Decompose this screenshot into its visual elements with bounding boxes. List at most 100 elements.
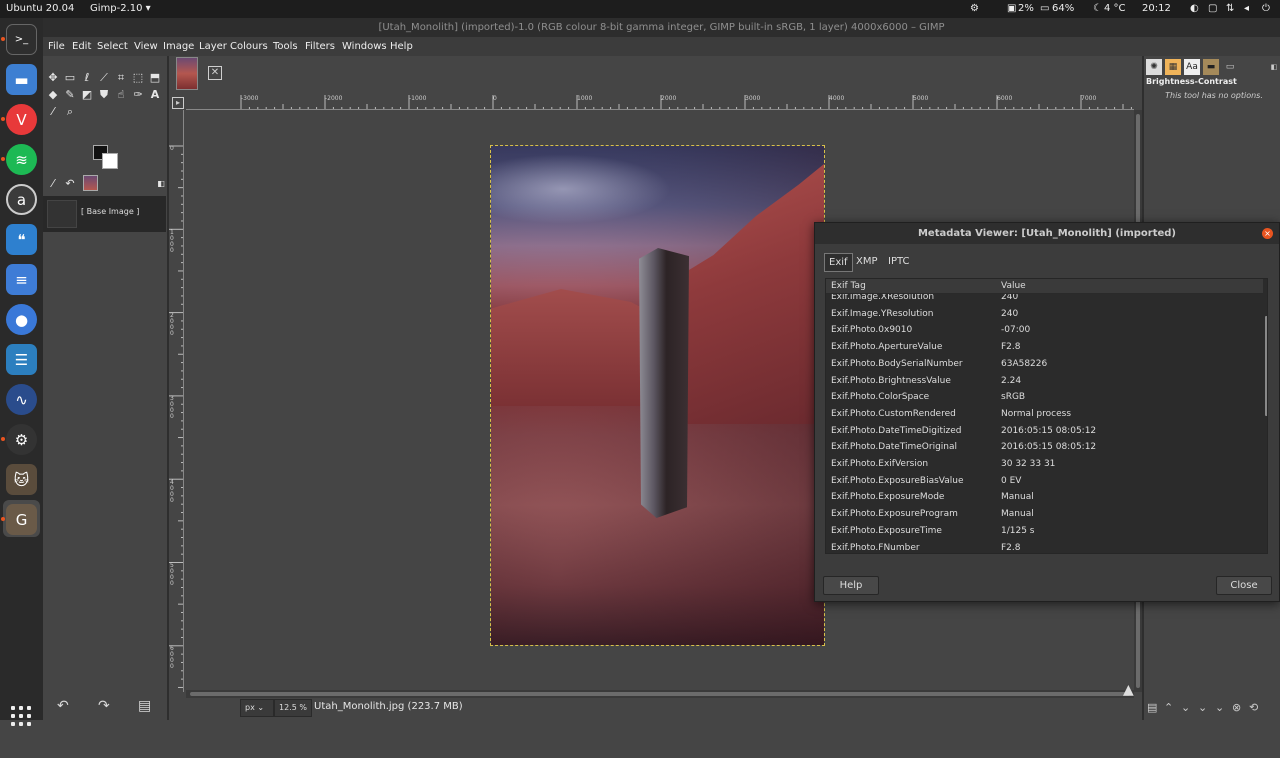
down-icon[interactable]: ⌄ bbox=[1181, 701, 1190, 714]
table-row[interactable]: Exif.Photo.ExposureProgram Manual bbox=[826, 507, 1263, 523]
table-row[interactable]: Exif.Photo.ExposureBiasValue 0 EV bbox=[826, 474, 1263, 490]
configure-tab-icon[interactable]: ◧ bbox=[154, 177, 168, 191]
fuzzy-select-icon[interactable]: ⟋ bbox=[97, 71, 111, 85]
table-row[interactable]: Exif.Photo.DateTimeDigitized 2016:05:15 0… bbox=[826, 424, 1263, 440]
images-tab-icon[interactable] bbox=[83, 175, 98, 191]
patterns-tab-icon[interactable]: ▦ bbox=[1165, 59, 1181, 75]
menu-filters[interactable]: Filters bbox=[305, 37, 335, 56]
table-row[interactable]: Exif.Photo.BrightnessValue 2.24 bbox=[826, 374, 1263, 390]
tab-iptc[interactable]: IPTC bbox=[884, 253, 913, 272]
table-row[interactable]: Exif.Photo.ExposureMode Manual bbox=[826, 490, 1263, 506]
brushes-tab-icon[interactable]: ✺ bbox=[1146, 59, 1162, 75]
network-icon[interactable]: ⇅ bbox=[1226, 0, 1234, 18]
table-row[interactable]: Exif.Photo.BodySerialNumber 63A58226 bbox=[826, 357, 1263, 373]
toggle-icon[interactable]: ● bbox=[6, 304, 37, 335]
configure-tab-icon[interactable]: ◧ bbox=[1266, 59, 1280, 75]
table-row[interactable]: Exif.Image.XResolution 240 bbox=[826, 294, 1263, 306]
notes-icon[interactable]: ❝ bbox=[6, 224, 37, 255]
crop-icon[interactable]: ⌗ bbox=[114, 71, 128, 85]
close-icon[interactable]: × bbox=[1262, 228, 1273, 239]
cat-app-icon[interactable]: 🐱 bbox=[6, 464, 37, 495]
rect-select-icon[interactable]: ▭ bbox=[63, 71, 77, 85]
power-icon[interactable]: ⏻ bbox=[1262, 0, 1270, 18]
tool-options-tab-icon[interactable]: ▭ bbox=[1222, 59, 1238, 75]
table-row[interactable]: Exif.Photo.ApertureValue F2.8 bbox=[826, 340, 1263, 356]
system-monitor-icon[interactable]: ∿ bbox=[6, 384, 37, 415]
menu-view[interactable]: View bbox=[134, 37, 158, 56]
tab-xmp[interactable]: XMP bbox=[852, 253, 882, 272]
redo-icon[interactable]: ↷ bbox=[98, 698, 110, 714]
horizontal-scrollbar[interactable] bbox=[186, 690, 1134, 698]
paintbrush-icon[interactable]: ✎ bbox=[63, 88, 77, 102]
menu-image[interactable]: Image bbox=[163, 37, 194, 56]
menu-tools[interactable]: Tools bbox=[273, 37, 298, 56]
restore-all-icon[interactable]: ⌄ bbox=[1215, 701, 1224, 714]
warp-icon[interactable]: ⬒ bbox=[148, 71, 162, 85]
horizontal-ruler[interactable]: -3000 -2000 -1000 0 1000 2000 3000 4000 … bbox=[186, 95, 1134, 110]
steam-icon[interactable]: ⚙ bbox=[6, 424, 37, 455]
table-row[interactable]: Exif.Photo.0x9010 -07:00 bbox=[826, 323, 1263, 339]
column-header-value[interactable]: Value bbox=[1001, 281, 1026, 291]
navigate-icon[interactable]: ▲ bbox=[1123, 682, 1134, 698]
table-row[interactable]: Exif.Photo.CustomRendered Normal process bbox=[826, 407, 1263, 423]
document-viewer-icon[interactable]: ≡ bbox=[6, 264, 37, 295]
table-row[interactable]: Exif.Photo.ExifVersion 30 32 33 31 bbox=[826, 457, 1263, 473]
vivaldi-icon[interactable]: V bbox=[6, 104, 37, 135]
table-row[interactable]: Exif.Image.YResolution 240 bbox=[826, 307, 1263, 323]
gradients-tab-icon[interactable]: ▬ bbox=[1203, 59, 1219, 75]
volume-icon[interactable]: ◂ bbox=[1244, 0, 1249, 18]
background-color[interactable] bbox=[102, 153, 118, 169]
steam-tray-icon[interactable]: ⚙ bbox=[970, 0, 979, 18]
amazon-icon[interactable]: a bbox=[6, 184, 37, 215]
paths-icon[interactable]: ✑ bbox=[131, 88, 145, 102]
undo-history-tab-icon[interactable]: ↶ bbox=[63, 177, 77, 191]
menu-select[interactable]: Select bbox=[97, 37, 128, 56]
menu-file[interactable]: File bbox=[48, 37, 65, 56]
bucket-fill-icon[interactable]: ◆ bbox=[46, 88, 60, 102]
column-header-tag[interactable]: Exif Tag bbox=[831, 281, 866, 291]
scrollbar-thumb[interactable] bbox=[1265, 316, 1267, 416]
close-button[interactable]: Close bbox=[1216, 576, 1272, 595]
app-menu[interactable]: Gimp-2.10 ▾ bbox=[90, 0, 151, 18]
fonts-tab-icon[interactable]: Aa bbox=[1184, 59, 1200, 75]
table-row[interactable]: Exif.Photo.ExposureTime 1/125 s bbox=[826, 524, 1263, 540]
smudge-icon[interactable]: ☝ bbox=[114, 88, 128, 102]
table-row[interactable]: Exif.Photo.DateTimeOriginal 2016:05:15 08… bbox=[826, 440, 1263, 456]
unit-select[interactable]: px ⌄ bbox=[240, 699, 274, 717]
window-icon[interactable]: ▢ bbox=[1208, 0, 1217, 18]
tab-exif[interactable]: Exif bbox=[824, 253, 853, 272]
reset-icon[interactable]: ⟲ bbox=[1249, 701, 1258, 714]
battery-level[interactable]: 64% bbox=[1052, 0, 1074, 18]
image-tab-thumbnail[interactable] bbox=[176, 57, 198, 90]
show-applications-icon[interactable] bbox=[11, 706, 31, 726]
up-icon[interactable]: ⌃ bbox=[1164, 701, 1173, 714]
menu-layer[interactable]: Layer bbox=[199, 37, 227, 56]
menu-colours[interactable]: Colours bbox=[230, 37, 268, 56]
night-mode-icon[interactable]: ◐ bbox=[1190, 0, 1199, 18]
save-options-icon[interactable]: ▤ bbox=[1147, 701, 1157, 714]
close-icon[interactable]: ✕ bbox=[208, 66, 222, 80]
table-row[interactable]: Exif.Photo.ColorSpace sRGB bbox=[826, 390, 1263, 406]
zoom-tool-icon[interactable]: ⌕ bbox=[63, 105, 77, 119]
menu-windows[interactable]: Windows bbox=[342, 37, 387, 56]
menu-edit[interactable]: Edit bbox=[72, 37, 91, 56]
quick-mask-toggle[interactable]: ▸ bbox=[172, 97, 184, 109]
undo-icon[interactable]: ↶ bbox=[57, 698, 69, 714]
zoom-select[interactable]: 12.5 % bbox=[274, 699, 312, 717]
layer-row[interactable]: [ Base Image ] bbox=[43, 196, 166, 232]
os-label[interactable]: Ubuntu 20.04 bbox=[6, 0, 74, 18]
clone-icon[interactable]: ⛊ bbox=[97, 88, 111, 102]
lasso-icon[interactable]: ℓ bbox=[80, 71, 94, 85]
tool-options-tab-icon[interactable]: ⁄ bbox=[46, 177, 60, 191]
spotify-icon[interactable]: ≋ bbox=[6, 144, 37, 175]
terminal-icon[interactable]: >_ bbox=[6, 24, 37, 55]
menu-help[interactable]: Help bbox=[390, 37, 413, 56]
scrollbar-thumb[interactable] bbox=[190, 692, 1130, 696]
color-picker-icon[interactable]: ⁄ bbox=[46, 105, 60, 119]
weather-temp[interactable]: 4 °C bbox=[1104, 0, 1126, 18]
eraser-icon[interactable]: ◩ bbox=[80, 88, 94, 102]
clear-history-icon[interactable]: ▤ bbox=[138, 698, 151, 714]
help-button[interactable]: Help bbox=[823, 576, 879, 595]
files-icon[interactable]: ▬ bbox=[6, 64, 37, 95]
text-tool-icon[interactable]: A bbox=[148, 88, 162, 102]
